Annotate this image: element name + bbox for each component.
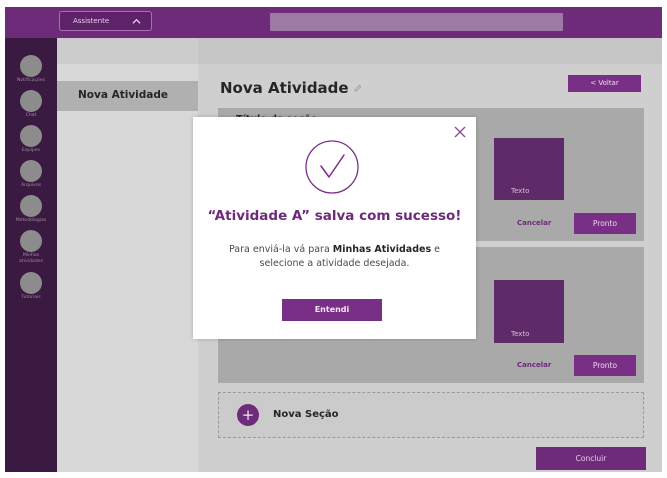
sidebar: Notificações Chat Equipes Arquivos Metod… xyxy=(5,38,57,472)
plus-icon: + xyxy=(237,404,259,426)
chevron-up-icon xyxy=(132,18,141,24)
top-bar: Assistente xyxy=(5,7,662,38)
dialog-message-prefix: Para enviá-la vá para xyxy=(229,244,333,255)
search-input[interactable] xyxy=(270,13,563,31)
back-button[interactable]: < Voltar xyxy=(568,75,641,92)
methodologies-icon xyxy=(20,195,42,217)
assistant-label: Assistente xyxy=(73,17,110,25)
dialog-title: “Atividade A” salva com sucesso! xyxy=(207,208,462,224)
done-button[interactable]: Pronto xyxy=(574,213,636,234)
assistant-dropdown[interactable]: Assistente xyxy=(59,11,152,31)
close-icon[interactable] xyxy=(453,125,467,139)
finish-button[interactable]: Concluir xyxy=(536,447,646,470)
activities-icon xyxy=(20,230,42,252)
sidebar-item-arquivos[interactable]: Arquivos xyxy=(5,160,57,189)
dialog-message: Para enviá-la vá para Minhas Atividades … xyxy=(207,243,462,270)
dialog-message-link-text: Minhas Atividades xyxy=(332,244,432,255)
page-title: Nova Atividade xyxy=(220,79,349,97)
sidebar-item-label: Notificações xyxy=(16,78,46,83)
sidebar-item-label: Metodologias xyxy=(15,218,47,223)
app-window: Assistente Notificações Chat Equipes Arq… xyxy=(5,7,662,472)
panel-header xyxy=(57,38,198,64)
chat-icon xyxy=(20,90,42,112)
pencil-icon[interactable] xyxy=(353,84,362,93)
sidebar-item-minhas-atividades[interactable]: Minhas atividades xyxy=(5,230,57,264)
sidebar-item-chat[interactable]: Chat xyxy=(5,90,57,119)
panel-item-label: Nova Atividade xyxy=(78,89,169,101)
sidebar-item-tutoriais[interactable]: Tutoriais xyxy=(5,272,57,301)
text-block-button[interactable]: Texto xyxy=(494,138,564,200)
text-block-button[interactable]: Texto xyxy=(494,280,564,343)
notifications-icon xyxy=(20,55,42,77)
success-dialog: “Atividade A” salva com sucesso! Para en… xyxy=(193,117,476,339)
sidebar-item-label: Minhas atividades xyxy=(19,253,43,264)
text-block-label: Texto xyxy=(511,187,530,195)
understood-button[interactable]: Entendi xyxy=(282,299,382,321)
sidebar-item-label: Arquivos xyxy=(21,183,41,188)
sidebar-item-notificacoes[interactable]: Notificações xyxy=(5,55,57,84)
new-section-button[interactable]: + Nova Seção xyxy=(218,392,644,438)
done-button[interactable]: Pronto xyxy=(574,355,636,376)
tutorials-icon xyxy=(20,272,42,294)
new-section-label: Nova Seção xyxy=(273,409,339,420)
main-header xyxy=(198,38,662,64)
teams-icon xyxy=(20,125,42,147)
panel-item-nova-atividade[interactable]: Nova Atividade xyxy=(57,81,198,111)
check-circle-icon xyxy=(305,140,359,194)
files-icon xyxy=(20,160,42,182)
cancel-button[interactable]: Cancelar xyxy=(517,219,551,227)
sidebar-item-label: Tutoriais xyxy=(21,295,41,300)
activities-panel: Nova Atividade xyxy=(57,38,198,472)
sidebar-item-metodologias[interactable]: Metodologias xyxy=(5,195,57,224)
text-block-label: Texto xyxy=(511,330,530,338)
sidebar-item-label: Equipes xyxy=(21,148,41,153)
cancel-button[interactable]: Cancelar xyxy=(517,361,551,369)
sidebar-item-equipes[interactable]: Equipes xyxy=(5,125,57,154)
sidebar-item-label: Chat xyxy=(25,113,37,118)
